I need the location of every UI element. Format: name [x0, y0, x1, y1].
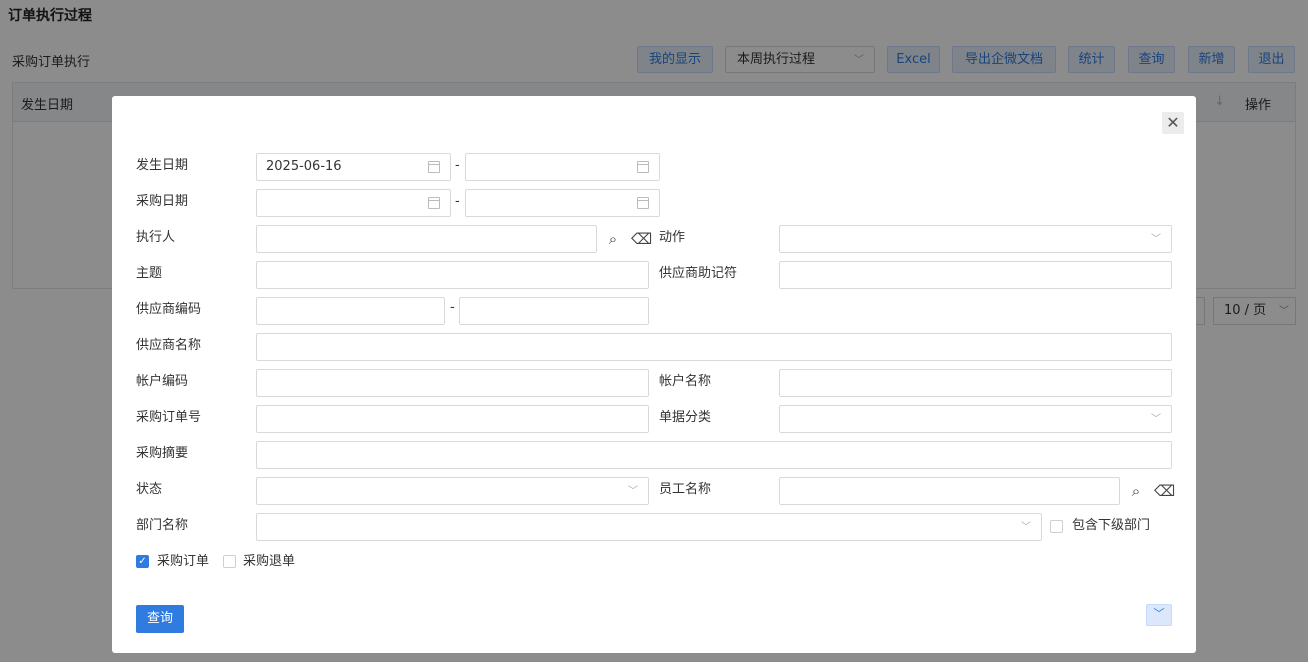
executor-input[interactable]	[256, 225, 597, 253]
status-label: 状态	[136, 482, 163, 497]
action-select[interactable]: ﹀	[779, 225, 1172, 253]
action-label: 动作	[659, 230, 686, 245]
query-modal: ✕ 发生日期 2025-06-16 - 采购日期 - 执行人 ⌕ ⌫ 动作 ﹀ …	[112, 96, 1196, 653]
po-number-label: 采购订单号	[136, 410, 202, 425]
dept-name-select[interactable]: ﹀	[256, 513, 1042, 541]
supplier-code-label: 供应商编码	[136, 302, 202, 317]
status-select[interactable]: ﹀	[256, 477, 649, 505]
doc-category-label: 单据分类	[659, 410, 712, 425]
search-icon[interactable]: ⌕	[1127, 482, 1145, 500]
supplier-code-from-input[interactable]	[256, 297, 445, 325]
supplier-memo-label: 供应商助记符	[659, 266, 738, 281]
account-name-input[interactable]	[779, 369, 1172, 397]
include-sub-dept-checkbox[interactable]	[1050, 520, 1063, 533]
account-code-label: 帐户编码	[136, 374, 189, 389]
search-icon[interactable]: ⌕	[604, 230, 622, 248]
po-number-input[interactable]	[256, 405, 649, 433]
account-name-label: 帐户名称	[659, 374, 712, 389]
subject-input[interactable]	[256, 261, 649, 289]
close-icon[interactable]: ✕	[1162, 112, 1184, 134]
chevron-down-icon: ﹀	[1151, 234, 1161, 245]
range-dash: -	[455, 194, 460, 209]
query-button[interactable]: 查询	[136, 605, 184, 633]
chevron-down-icon: ﹀	[1151, 414, 1161, 425]
dept-name-label: 部门名称	[136, 518, 189, 533]
supplier-memo-input[interactable]	[779, 261, 1172, 289]
purchase-date-to-input[interactable]	[465, 189, 660, 217]
occur-date-label: 发生日期	[136, 158, 189, 173]
include-sub-dept-label: 包含下级部门	[1072, 518, 1151, 533]
purchase-return-label: 采购退单	[243, 554, 296, 569]
supplier-code-to-input[interactable]	[459, 297, 649, 325]
purchase-date-label: 采购日期	[136, 194, 189, 209]
eraser-icon[interactable]: ⌫	[631, 230, 652, 248]
purchase-date-from-input[interactable]	[256, 189, 451, 217]
purchase-return-checkbox[interactable]	[223, 555, 236, 568]
calendar-icon	[428, 197, 440, 209]
occur-date-from-value: 2025-06-16	[266, 159, 342, 174]
supplier-name-input[interactable]	[256, 333, 1172, 361]
purchase-order-checkbox[interactable]: ✓	[136, 555, 149, 568]
range-dash: -	[455, 158, 460, 173]
doc-category-select[interactable]: ﹀	[779, 405, 1172, 433]
chevron-down-icon: ﹀	[1021, 522, 1031, 533]
executor-label: 执行人	[136, 230, 176, 245]
purchase-order-label: 采购订单	[157, 554, 210, 569]
calendar-icon	[637, 161, 649, 173]
purchase-summary-input[interactable]	[256, 441, 1172, 469]
purchase-summary-label: 采购摘要	[136, 446, 189, 461]
calendar-icon	[428, 161, 440, 173]
occur-date-to-input[interactable]	[465, 153, 660, 181]
subject-label: 主题	[136, 266, 163, 281]
employee-name-label: 员工名称	[659, 482, 712, 497]
employee-name-input[interactable]	[779, 477, 1120, 505]
eraser-icon[interactable]: ⌫	[1154, 482, 1175, 500]
chevron-down-icon: ﹀	[628, 486, 638, 497]
occur-date-from-input[interactable]: 2025-06-16	[256, 153, 451, 181]
expand-chevron-icon[interactable]: ﹀	[1146, 604, 1172, 626]
account-code-input[interactable]	[256, 369, 649, 397]
calendar-icon	[637, 197, 649, 209]
range-dash: -	[450, 300, 455, 315]
supplier-name-label: 供应商名称	[136, 338, 202, 353]
